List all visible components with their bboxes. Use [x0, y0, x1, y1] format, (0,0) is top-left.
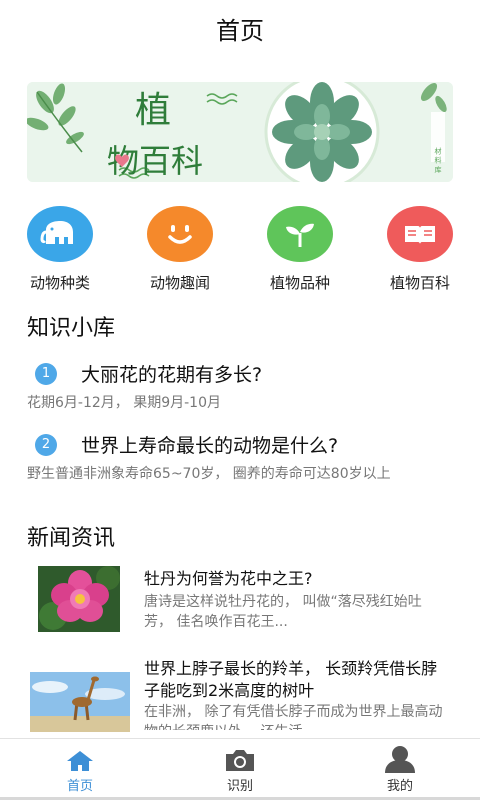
quick-link-animal-trivia[interactable]: 动物趣闻: [130, 206, 230, 293]
user-icon: [320, 739, 480, 773]
camera-icon: [160, 739, 320, 773]
banner-image: 植 物百科 材 料 库: [27, 82, 453, 182]
news-thumbnail-gerenuk: [30, 672, 130, 732]
book-icon: [387, 206, 453, 262]
tab-identify[interactable]: 识别: [160, 739, 320, 800]
banner[interactable]: 植 物百科 材 料 库: [27, 82, 453, 182]
tab-label: 我的: [386, 779, 413, 794]
tab-home[interactable]: 首页: [0, 739, 160, 800]
quick-link-animal-species[interactable]: 动物种类: [10, 206, 110, 293]
tab-label: 识别: [226, 779, 253, 794]
knowledge-item[interactable]: 1 大丽花的花期有多长? 花期6月-12月， 果期9月-10月: [27, 360, 457, 414]
quick-link-label: 动物趣闻: [149, 274, 210, 292]
news-summary: 在非洲， 除了有凭借长脖子而成为世界上最高动物的长颈鹿以外， 还生活: [144, 704, 443, 730]
news-summary: 唐诗是这样说牡丹花的， 叫做“落尽残红始吐芳， 佳名唤作百花王...: [144, 594, 422, 630]
number-badge: 1: [35, 362, 57, 385]
knowledge-question: 世界上寿命最长的动物是什么?: [81, 435, 339, 457]
bottom-tab-bar: 首页 识别 我的: [0, 738, 480, 800]
tab-label: 首页: [66, 779, 93, 794]
news-thumbnail-peony: [38, 566, 120, 632]
quick-link-plant-encyclopedia[interactable]: 植物百科: [370, 206, 470, 293]
quick-link-label: 动物种类: [29, 274, 90, 292]
elephant-icon: [27, 206, 93, 262]
page-title: 首页: [216, 16, 264, 45]
quick-link-label: 植物品种: [269, 274, 330, 292]
news-headline: 世界上脖子最长的羚羊， 长颈羚凭借长脖子能吃到2米高度的树叶: [144, 659, 438, 700]
top-header: 首页: [0, 0, 480, 56]
news-item[interactable]: 牡丹为何誉为花中之王? 唐诗是这样说牡丹花的， 叫做“落尽残红始吐芳， 佳名唤作…: [30, 566, 450, 636]
quick-link-label: 植物百科: [389, 274, 450, 292]
knowledge-question: 大丽花的花期有多长?: [81, 364, 263, 386]
knowledge-answer: 野生普通非洲象寿命65~70岁， 圈养的寿命可达80岁以上: [27, 466, 391, 482]
tab-mine[interactable]: 我的: [320, 739, 480, 800]
banner-side-text: 材 料 库: [434, 146, 442, 173]
home-icon: [0, 739, 160, 773]
sprout-icon: [267, 206, 333, 262]
news-headline: 牡丹为何誉为花中之王?: [144, 569, 313, 588]
knowledge-answer: 花期6月-12月， 果期9月-10月: [27, 395, 221, 411]
banner-title-char: 植: [135, 90, 171, 131]
knowledge-title: 知识小库: [27, 316, 116, 341]
quick-link-plant-varieties[interactable]: 植物品种: [250, 206, 350, 293]
knowledge-item[interactable]: 2 世界上寿命最长的动物是什么? 野生普通非洲象寿命65~70岁， 圈养的寿命可…: [27, 431, 457, 485]
news-item[interactable]: 世界上脖子最长的羚羊， 长颈羚凭借长脖子能吃到2米高度的树叶 在非洲， 除了有凭…: [30, 658, 450, 732]
news-title: 新闻资讯: [27, 526, 116, 551]
number-badge: 2: [35, 433, 57, 456]
smiley-icon: [147, 206, 213, 262]
quick-links: 动物种类 动物趣闻 植物品种 植物百科: [0, 206, 480, 296]
